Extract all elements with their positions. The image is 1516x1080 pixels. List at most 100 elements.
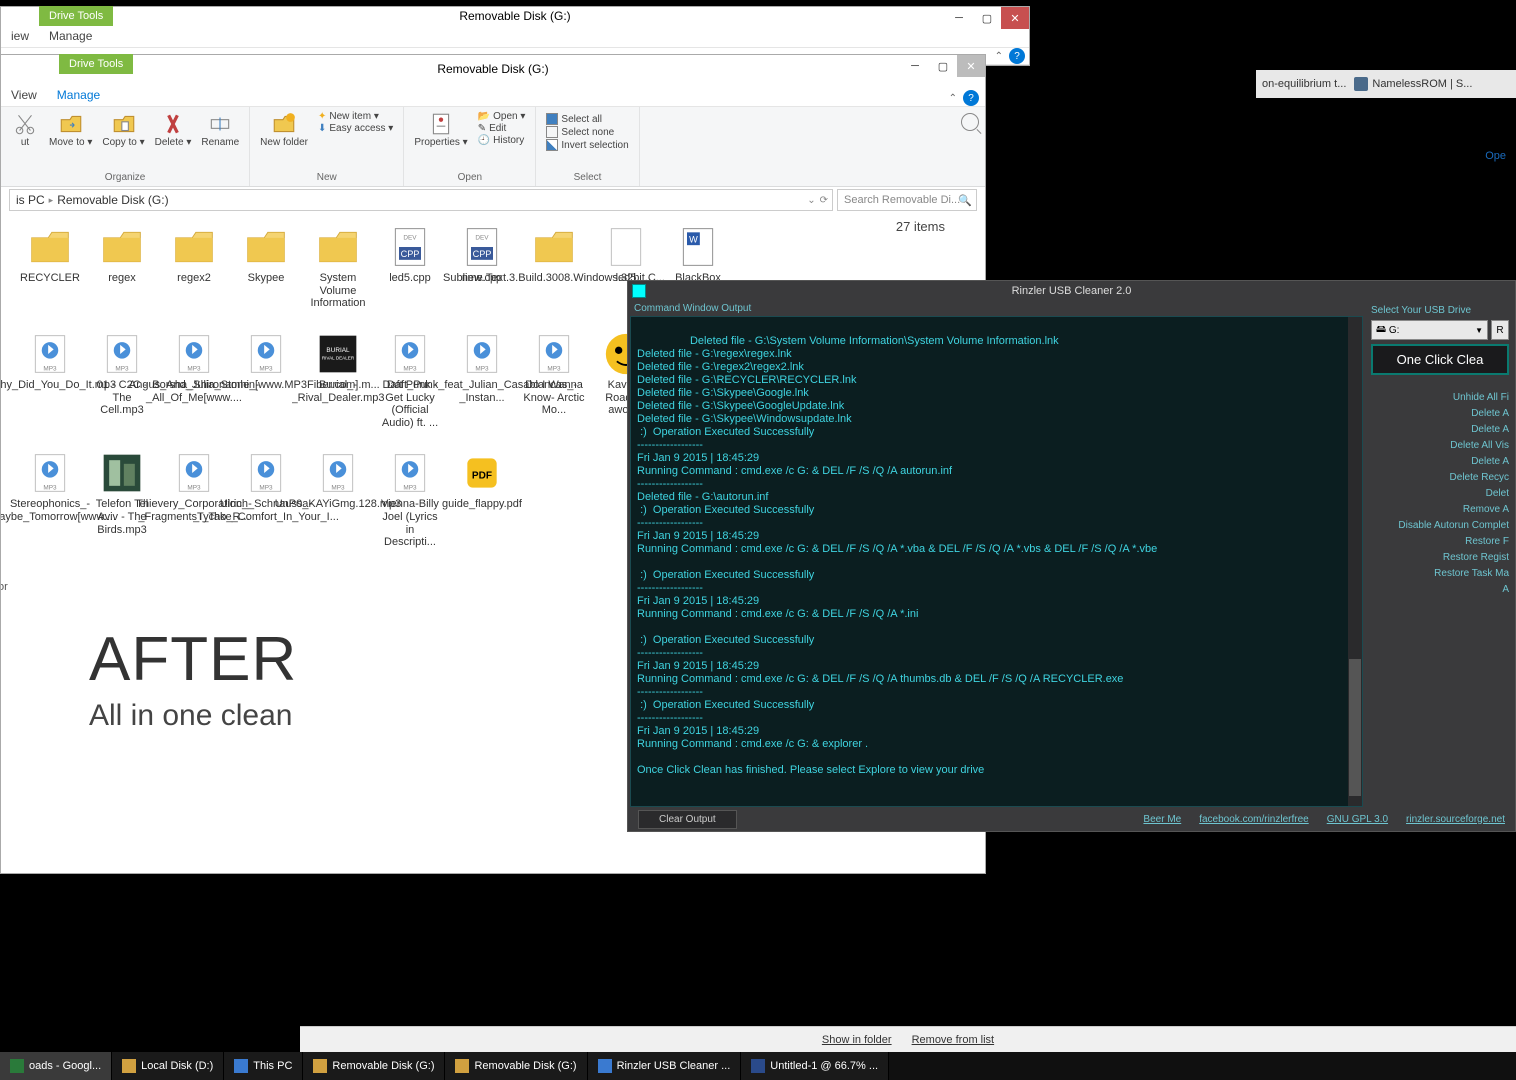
rinzler-action-button[interactable]: Unhide All Fi	[1371, 391, 1509, 404]
file-item[interactable]: RECYCLER	[17, 223, 83, 312]
drive-select[interactable]: 🖴 G: ▼	[1371, 320, 1488, 340]
file-item[interactable]: MP3Stereophonics_-_Maybe_Tomorrow[www...…	[17, 449, 83, 551]
file-item[interactable]: MP3Vienna-Billy Joel (Lyrics in Descript…	[377, 449, 443, 551]
show-in-folder-link[interactable]: Show in folder	[822, 1034, 892, 1046]
group-label: Open	[458, 170, 482, 184]
scrollbar[interactable]	[1348, 317, 1362, 806]
rinzler-action-button[interactable]: Delete Recyc	[1371, 471, 1509, 484]
file-item[interactable]: CPPDEVled5.cpp	[377, 223, 443, 312]
rinzler-action-button[interactable]: Delet	[1371, 487, 1509, 500]
gpl-link[interactable]: GNU GPL 3.0	[1327, 814, 1388, 825]
rinzler-action-button[interactable]: Disable Autorun Complet	[1371, 519, 1509, 532]
close-button[interactable]: ✕	[957, 55, 985, 77]
file-item[interactable]: MP3Do I Wanna Know- Arctic Mo...	[521, 330, 587, 432]
window-title: Removable Disk (G:)	[459, 9, 570, 23]
tab-manage[interactable]: Manage	[39, 25, 102, 47]
move-to-button[interactable]: Move to ▾	[45, 109, 96, 150]
titlebar: Rinzler USB Cleaner 2.0	[628, 281, 1515, 301]
rinzler-action-button[interactable]: Delete A	[1371, 407, 1509, 420]
help-icon[interactable]: ?	[963, 90, 979, 106]
tab-manage[interactable]: Manage	[47, 84, 110, 106]
clear-output-button[interactable]: Clear Output	[638, 810, 737, 829]
rinzler-action-button[interactable]: A	[1371, 583, 1509, 596]
taskbar-item[interactable]: oads - Googl...	[0, 1052, 112, 1080]
chevron-up-icon[interactable]: ⌃	[949, 93, 957, 104]
chevron-up-icon[interactable]: ⌃	[995, 51, 1003, 62]
one-click-clean-button[interactable]: One Click Clea	[1371, 344, 1509, 375]
file-item[interactable]: System Volume Information	[305, 223, 371, 312]
edit-button[interactable]: ✎Edit	[478, 123, 526, 134]
invert-selection-button[interactable]: Invert selection	[546, 139, 628, 151]
copy-to-button[interactable]: Copy to ▾	[98, 109, 148, 150]
taskbar-item[interactable]: Removable Disk (G:)	[445, 1052, 587, 1080]
select-drive-label: Select Your USB Drive	[1371, 305, 1509, 316]
taskbar-item[interactable]: This PC	[224, 1052, 303, 1080]
rinzler-action-button[interactable]: Remove A	[1371, 503, 1509, 516]
file-item[interactable]: Sublime.Text.3.Build.3008.Windows.32bit.…	[521, 223, 587, 312]
delete-button[interactable]: Delete ▾	[151, 109, 196, 150]
file-item[interactable]: MP3Borsha_Shironamhin[www.MP3Fiber.com].…	[233, 330, 299, 432]
file-item[interactable]: BURIALRIVAL DEALERBurial_-_Rival_Dealer.…	[305, 330, 371, 432]
rename-button[interactable]: Rename	[197, 109, 243, 150]
taskbar-item[interactable]: Local Disk (D:)	[112, 1052, 224, 1080]
open-link[interactable]: Ope	[1485, 150, 1506, 162]
help-icon[interactable]: ?	[1009, 48, 1025, 64]
file-item[interactable]: CPPDEVnew.cpp	[449, 223, 515, 312]
search-input[interactable]: Search Removable Di... 🔍	[837, 189, 977, 211]
file-item[interactable]: MP3_Why_Did_You_Do_It.mp3	[17, 330, 83, 432]
maximize-button[interactable]: ▢	[929, 55, 957, 77]
maximize-button[interactable]: ▢	[973, 7, 1001, 29]
minimize-button[interactable]: ─	[901, 55, 929, 77]
facebook-link[interactable]: facebook.com/rinzlerfree	[1199, 814, 1309, 825]
cut-button[interactable]: ut	[7, 109, 43, 150]
drive-tools-tab[interactable]: Drive Tools	[39, 6, 113, 26]
open-button[interactable]: 📂Open ▾	[478, 111, 526, 122]
rinzler-action-button[interactable]: Restore Regist	[1371, 551, 1509, 564]
file-item[interactable]: regex2	[161, 223, 227, 312]
history-button[interactable]: 🕘History	[478, 135, 526, 146]
taskbar-item[interactable]: Removable Disk (G:)	[303, 1052, 445, 1080]
tab-view[interactable]: View	[1, 84, 47, 106]
easy-access-button[interactable]: ⬇Easy access ▾	[318, 123, 393, 134]
rinzler-action-button[interactable]: Delete A	[1371, 455, 1509, 468]
tab-view[interactable]: iew	[1, 25, 39, 47]
svg-text:RIVAL DEALER: RIVAL DEALER	[322, 355, 355, 360]
refresh-icon[interactable]: ⟳	[820, 195, 828, 206]
mp3-icon: MP3	[388, 332, 432, 376]
download-bar: Show in folder Remove from list	[300, 1026, 1516, 1052]
svg-text:MP3: MP3	[331, 485, 345, 492]
chevron-down-icon[interactable]: ⌄	[807, 195, 815, 206]
remove-from-list-link[interactable]: Remove from list	[912, 1034, 995, 1046]
new-folder-button[interactable]: New folder	[256, 109, 312, 150]
search-icon[interactable]	[961, 113, 979, 131]
breadcrumb[interactable]: is PC ▸ Removable Disk (G:) ⌄⟳	[9, 189, 833, 211]
file-item[interactable]: regex	[89, 223, 155, 312]
file-item[interactable]: PDFguide_flappy.pdf	[449, 449, 515, 551]
select-none-button[interactable]: Select none	[546, 126, 628, 138]
rinzler-action-button[interactable]: Restore Task Ma	[1371, 567, 1509, 580]
browser-tab[interactable]: NamelessROM | S...	[1354, 77, 1472, 91]
drive-tools-tab[interactable]: Drive Tools	[59, 54, 133, 74]
console-output[interactable]: Deleted file - G:\System Volume Informat…	[630, 316, 1363, 807]
file-item[interactable]: Skypee	[233, 223, 299, 312]
properties-button[interactable]: Properties ▾	[410, 109, 471, 150]
new-item-button[interactable]: ✦New item ▾	[318, 111, 393, 122]
taskbar-item[interactable]: Untitled-1 @ 66.7% ...	[741, 1052, 889, 1080]
select-all-button[interactable]: Select all	[546, 113, 628, 125]
close-button[interactable]: ✕	[1001, 7, 1029, 29]
rinzler-action-button[interactable]: Delete A	[1371, 423, 1509, 436]
rinzler-action-button[interactable]: Delete All Vis	[1371, 439, 1509, 452]
minimize-button[interactable]: ─	[945, 7, 973, 29]
svg-text:BURIAL: BURIAL	[326, 347, 350, 354]
taskbar-icon	[598, 1059, 612, 1073]
titlebar: Drive Tools Removable Disk (G:) ─ ▢ ✕	[1, 55, 985, 83]
sourceforge-link[interactable]: rinzler.sourceforge.net	[1406, 814, 1505, 825]
file-item[interactable]: MP3Daft_Punk_feat_Julian_Casablancas_-_I…	[449, 330, 515, 432]
item-count: 27 items	[896, 219, 945, 234]
file-item[interactable]: MP3UnP0aKAYiGmg.128.mp3	[305, 449, 371, 551]
rinzler-action-button[interactable]: Restore F	[1371, 535, 1509, 548]
taskbar-item[interactable]: Rinzler USB Cleaner ...	[588, 1052, 742, 1080]
beer-me-link[interactable]: Beer Me	[1143, 814, 1181, 825]
refresh-button[interactable]: R	[1491, 320, 1509, 340]
browser-tab[interactable]: on-equilibrium t...	[1262, 78, 1346, 90]
